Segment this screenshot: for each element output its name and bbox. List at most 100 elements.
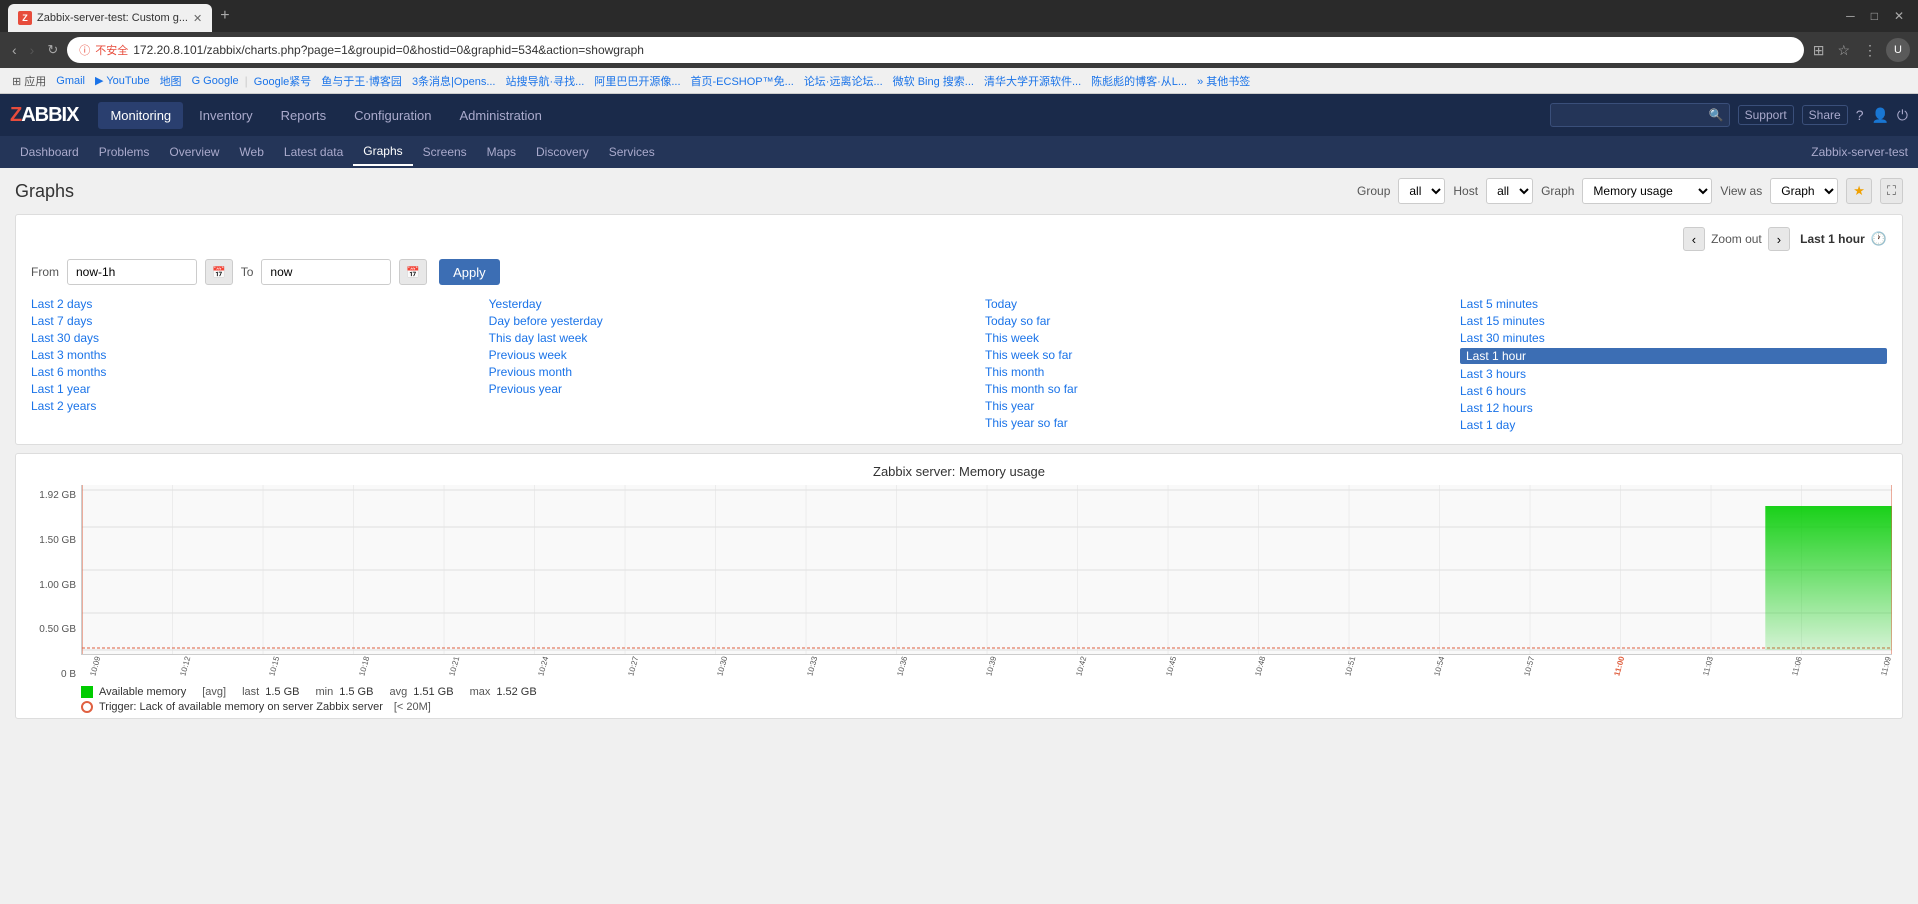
link-yesterday[interactable]: Yesterday bbox=[489, 297, 945, 311]
link-last-1-year[interactable]: Last 1 year bbox=[31, 382, 449, 396]
link-this-day-last-week[interactable]: This day last week bbox=[489, 331, 945, 345]
bookmark-gmail[interactable]: Gmail bbox=[52, 74, 89, 88]
subnav-screens[interactable]: Screens bbox=[413, 139, 477, 165]
to-calendar-btn[interactable]: 📅 bbox=[399, 259, 427, 285]
link-last-3-months[interactable]: Last 3 months bbox=[31, 348, 449, 362]
reload-btn[interactable]: ↻ bbox=[43, 40, 62, 60]
address-bar[interactable]: ⓘ 不安全 172.20.8.101/zabbix/charts.php?pag… bbox=[67, 37, 1803, 63]
nav-inventory[interactable]: Inventory bbox=[187, 102, 264, 129]
bookmark-btn[interactable]: ☆ bbox=[1833, 40, 1854, 61]
bookmark-fish[interactable]: 鱼与于王·博客园 bbox=[317, 72, 406, 90]
bookmark-more[interactable]: » 其他书签 bbox=[1193, 72, 1254, 90]
bookmark-tsinghua[interactable]: 清华大学开源软件... bbox=[980, 72, 1085, 90]
extensions-btn[interactable]: ⊞ bbox=[1809, 40, 1829, 61]
link-last-15-min[interactable]: Last 15 minutes bbox=[1460, 314, 1887, 328]
nav-reports[interactable]: Reports bbox=[269, 102, 339, 129]
share-btn[interactable]: Share bbox=[1802, 105, 1848, 125]
subnav-services[interactable]: Services bbox=[599, 139, 665, 165]
link-day-before-yesterday[interactable]: Day before yesterday bbox=[489, 314, 945, 328]
subnav-overview[interactable]: Overview bbox=[159, 139, 229, 165]
page-header: Graphs Group all Host all Graph Memory u… bbox=[15, 178, 1903, 204]
link-this-month[interactable]: This month bbox=[985, 365, 1420, 379]
from-input[interactable] bbox=[67, 259, 197, 285]
help-icon[interactable]: ? bbox=[1856, 107, 1864, 123]
link-previous-week[interactable]: Previous week bbox=[489, 348, 945, 362]
link-last-12-hours[interactable]: Last 12 hours bbox=[1460, 401, 1887, 415]
link-previous-year[interactable]: Previous year bbox=[489, 382, 945, 396]
bookmark-ali[interactable]: 阿里巴巴开源像... bbox=[590, 72, 684, 90]
link-last-1-hour[interactable]: Last 1 hour bbox=[1460, 348, 1887, 364]
link-this-week-so-far[interactable]: This week so far bbox=[985, 348, 1420, 362]
active-tab[interactable]: Z Zabbix-server-test: Custom g... ✕ bbox=[8, 4, 212, 32]
link-last-1-day[interactable]: Last 1 day bbox=[1460, 418, 1887, 432]
bookmark-youtube[interactable]: ▶ YouTube bbox=[91, 73, 154, 88]
bookmark-google-号[interactable]: Google紧号 bbox=[250, 72, 315, 90]
tab-close-icon[interactable]: ✕ bbox=[193, 12, 202, 25]
bookmark-bing[interactable]: 微软 Bing 搜索... bbox=[889, 72, 978, 90]
subnav-maps[interactable]: Maps bbox=[477, 139, 526, 165]
link-this-week[interactable]: This week bbox=[985, 331, 1420, 345]
link-last-5-min[interactable]: Last 5 minutes bbox=[1460, 297, 1887, 311]
bookmark-ecshop[interactable]: 首页-ECSHOP™免... bbox=[687, 72, 798, 90]
host-select[interactable]: all bbox=[1486, 178, 1533, 204]
to-input[interactable] bbox=[261, 259, 391, 285]
link-today-so-far[interactable]: Today so far bbox=[985, 314, 1420, 328]
link-last-3-hours[interactable]: Last 3 hours bbox=[1460, 367, 1887, 381]
forward-btn[interactable]: › bbox=[26, 40, 39, 60]
tab-bar: Z Zabbix-server-test: Custom g... ✕ + ─ … bbox=[0, 0, 1918, 32]
power-icon[interactable]: ⏻ bbox=[1897, 107, 1908, 124]
prev-btn[interactable]: ‹ bbox=[1683, 227, 1705, 251]
link-today[interactable]: Today bbox=[985, 297, 1420, 311]
link-this-year[interactable]: This year bbox=[985, 399, 1420, 413]
address-bar-row: ‹ › ↻ ⓘ 不安全 172.20.8.101/zabbix/charts.p… bbox=[0, 32, 1918, 68]
link-last-6-hours[interactable]: Last 6 hours bbox=[1460, 384, 1887, 398]
nav-configuration[interactable]: Configuration bbox=[342, 102, 443, 129]
next-btn[interactable]: › bbox=[1768, 227, 1790, 251]
link-this-month-so-far[interactable]: This month so far bbox=[985, 382, 1420, 396]
fullscreen-btn[interactable]: ⛶ bbox=[1880, 178, 1903, 204]
graph-container: Zabbix server: Memory usage 1.92 GB 1.50… bbox=[15, 453, 1903, 719]
filter-bar: Group all Host all Graph Memory usage Vi… bbox=[1357, 178, 1903, 204]
link-last-2-years[interactable]: Last 2 years bbox=[31, 399, 449, 413]
bookmark-maps[interactable]: 地图 bbox=[156, 72, 186, 90]
view-as-label: View as bbox=[1720, 184, 1762, 198]
trigger-color-box bbox=[81, 701, 93, 713]
link-last-30-min[interactable]: Last 30 minutes bbox=[1460, 331, 1887, 345]
user-icon[interactable]: 👤 bbox=[1871, 107, 1888, 124]
link-last-2-days[interactable]: Last 2 days bbox=[31, 297, 449, 311]
link-last-30-days[interactable]: Last 30 days bbox=[31, 331, 449, 345]
link-previous-month[interactable]: Previous month bbox=[489, 365, 945, 379]
nav-monitoring[interactable]: Monitoring bbox=[98, 102, 183, 129]
subnav-discovery[interactable]: Discovery bbox=[526, 139, 599, 165]
bookmark-opens[interactable]: 3条消息|Opens... bbox=[408, 72, 500, 90]
subnav-problems[interactable]: Problems bbox=[89, 139, 160, 165]
time-inputs-row: From 📅 To 📅 Apply bbox=[31, 259, 1887, 285]
graph-select[interactable]: Memory usage bbox=[1582, 178, 1712, 204]
bookmark-google[interactable]: G Google bbox=[188, 74, 243, 88]
subnav-latest-data[interactable]: Latest data bbox=[274, 139, 353, 165]
support-btn[interactable]: Support bbox=[1738, 105, 1794, 125]
bookmark-apps[interactable]: ⊞ 应用 bbox=[8, 72, 50, 90]
subnav-web[interactable]: Web bbox=[229, 139, 273, 165]
link-last-6-months[interactable]: Last 6 months bbox=[31, 365, 449, 379]
max-label: max bbox=[470, 686, 491, 698]
window-controls: ─ □ ✕ bbox=[1840, 7, 1910, 25]
apply-btn[interactable]: Apply bbox=[439, 259, 500, 285]
from-calendar-btn[interactable]: 📅 bbox=[205, 259, 233, 285]
nav-administration[interactable]: Administration bbox=[448, 102, 554, 129]
subnav-dashboard[interactable]: Dashboard bbox=[10, 139, 89, 165]
profile-btn[interactable]: U bbox=[1886, 38, 1910, 62]
view-as-select[interactable]: Graph bbox=[1770, 178, 1838, 204]
favorite-btn[interactable]: ★ bbox=[1846, 178, 1872, 204]
back-btn[interactable]: ‹ bbox=[8, 40, 21, 60]
new-tab-btn[interactable]: + bbox=[212, 3, 237, 29]
bookmark-chenbiao[interactable]: 陈彪彪的博客·从L... bbox=[1087, 72, 1191, 90]
link-last-7-days[interactable]: Last 7 days bbox=[31, 314, 449, 328]
header-search-input[interactable] bbox=[1550, 103, 1730, 127]
subnav-graphs[interactable]: Graphs bbox=[353, 138, 412, 166]
group-select[interactable]: all bbox=[1398, 178, 1445, 204]
bookmark-luntan[interactable]: 论坛·远离论坛... bbox=[800, 72, 887, 90]
bookmark-zhan[interactable]: 站搜导航·寻找... bbox=[502, 72, 589, 90]
link-this-year-so-far[interactable]: This year so far bbox=[985, 416, 1420, 430]
menu-btn[interactable]: ⋮ bbox=[1859, 40, 1881, 61]
